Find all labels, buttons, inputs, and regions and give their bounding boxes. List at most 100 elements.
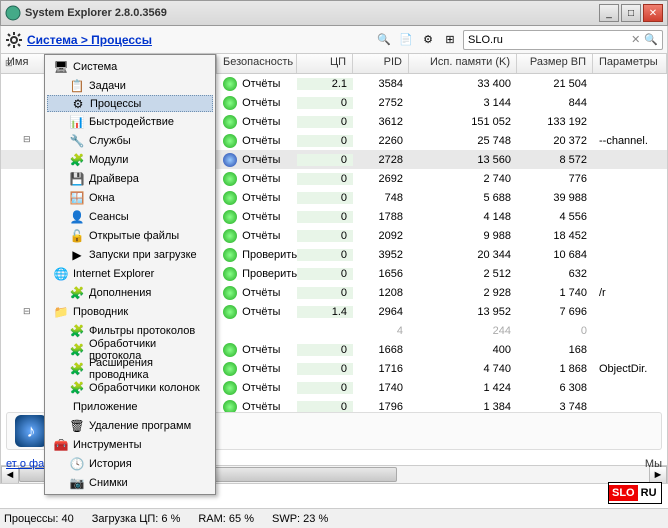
menu-icon: 🧰 bbox=[53, 437, 69, 453]
shield-icon bbox=[223, 267, 237, 281]
security-link[interactable]: Отчёты bbox=[242, 305, 280, 317]
vp-cell: 3 748 bbox=[517, 401, 593, 413]
col-mem[interactable]: Исп. памяти (K) bbox=[409, 54, 517, 73]
security-cell: Отчёты bbox=[217, 210, 297, 224]
vp-cell: 18 452 bbox=[517, 230, 593, 242]
cpu-cell: 0 bbox=[297, 287, 353, 299]
mem-cell: 1 384 bbox=[409, 401, 517, 413]
cpu-cell: 0 bbox=[297, 211, 353, 223]
menu-label: Открытые файлы bbox=[89, 230, 179, 242]
menu-item-службы[interactable]: 🔧Службы bbox=[47, 131, 213, 150]
menu-item-запуски-при-загрузке[interactable]: ▶Запуски при загрузке bbox=[47, 245, 213, 264]
tree-expand-icon[interactable]: ⊟ bbox=[23, 134, 31, 145]
vp-cell: 21 504 bbox=[517, 78, 593, 90]
shield-icon bbox=[223, 210, 237, 224]
security-link[interactable]: Отчёты bbox=[242, 400, 280, 412]
security-link[interactable]: Отчёты bbox=[242, 229, 280, 241]
shield-icon bbox=[223, 248, 237, 262]
cpu-cell: 1.4 bbox=[297, 306, 353, 318]
param-cell: --channel. bbox=[593, 135, 667, 147]
maximize-button[interactable]: □ bbox=[621, 4, 641, 22]
security-link[interactable]: Отчёты bbox=[242, 77, 280, 89]
menu-item-расширения-проводника[interactable]: 🧩Расширения проводника bbox=[47, 359, 213, 378]
menu-item-internet-explorer[interactable]: 🌐Internet Explorer bbox=[47, 264, 213, 283]
menu-item-система[interactable]: 🖥Система bbox=[47, 57, 213, 76]
menu-item-снимки[interactable]: 📷Снимки bbox=[47, 473, 213, 492]
security-link[interactable]: Отчёты bbox=[242, 381, 280, 393]
status-ram: RAM: 65 % bbox=[198, 513, 254, 525]
search-input[interactable] bbox=[468, 34, 631, 46]
security-link[interactable]: Отчёты bbox=[242, 96, 280, 108]
menu-label: Обработчики колонок bbox=[89, 382, 200, 394]
menu-icon: 🔓 bbox=[69, 228, 85, 244]
windows-icon[interactable]: ⊞ bbox=[441, 31, 459, 49]
security-cell: Отчёты bbox=[217, 96, 297, 110]
vp-cell: 844 bbox=[517, 97, 593, 109]
col-pid[interactable]: PID bbox=[353, 54, 409, 73]
find-icon[interactable]: 🔍 bbox=[375, 31, 393, 49]
menu-item-открытые-файлы[interactable]: 🔓 Открытые файлы bbox=[47, 226, 213, 245]
security-link[interactable]: Отчёты bbox=[242, 286, 280, 298]
pid-cell: 4 bbox=[353, 325, 409, 337]
shield-icon bbox=[223, 229, 237, 243]
menu-item-модули[interactable]: 🧩Модули bbox=[47, 150, 213, 169]
cpu-cell: 0 bbox=[297, 344, 353, 356]
param-cell: ObjectDir. bbox=[593, 363, 667, 375]
menu-icon: 🖥 bbox=[53, 59, 69, 75]
security-link[interactable]: Отчёты bbox=[242, 343, 280, 355]
security-cell: Отчёты bbox=[217, 362, 297, 376]
pid-cell: 1668 bbox=[353, 344, 409, 356]
menu-item-инструменты[interactable]: 🧰Инструменты bbox=[47, 435, 213, 454]
mem-cell: 33 400 bbox=[409, 78, 517, 90]
clear-search-icon[interactable]: ✕ bbox=[631, 33, 640, 46]
options-icon[interactable]: ⚙ bbox=[419, 31, 437, 49]
pid-cell: 2964 bbox=[353, 306, 409, 318]
security-link[interactable]: Отчёты bbox=[242, 134, 280, 146]
menu-item-обработчики-колонок[interactable]: 🧩Обработчики колонок bbox=[47, 378, 213, 397]
security-link[interactable]: Проверить bbox=[242, 248, 297, 260]
security-link[interactable]: Отчёты bbox=[242, 153, 280, 165]
menu-item-быстродействие[interactable]: 📊Быстродействие bbox=[47, 112, 213, 131]
vp-cell: 168 bbox=[517, 344, 593, 356]
tree-expand-icon[interactable]: ⊟ bbox=[23, 306, 31, 317]
menu-item-драйвера[interactable]: 💾Драйвера bbox=[47, 169, 213, 188]
menu-item-история[interactable]: 🕓История bbox=[47, 454, 213, 473]
minimize-button[interactable]: _ bbox=[599, 4, 619, 22]
vp-cell: 632 bbox=[517, 268, 593, 280]
menu-item-удаление-программ[interactable]: 🗑Удаление программ bbox=[47, 416, 213, 435]
security-link[interactable]: Отчёты bbox=[242, 191, 280, 203]
menu-item-задачи[interactable]: 📋Задачи bbox=[47, 76, 213, 95]
col-cpu[interactable]: ЦП bbox=[297, 54, 353, 73]
menu-item-окна[interactable]: 🪟Окна bbox=[47, 188, 213, 207]
cpu-cell: 0 bbox=[297, 154, 353, 166]
col-security[interactable]: Безопасность bbox=[217, 54, 297, 73]
security-link[interactable]: Отчёты bbox=[242, 210, 280, 222]
col-vp[interactable]: Размер ВП bbox=[517, 54, 593, 73]
menu-icon: 🧩 bbox=[69, 285, 85, 301]
col-params[interactable]: Параметры bbox=[593, 54, 667, 73]
close-button[interactable]: ✕ bbox=[643, 4, 663, 22]
list-icon[interactable]: 📄 bbox=[397, 31, 415, 49]
mem-cell: 2 740 bbox=[409, 173, 517, 185]
security-link[interactable]: Отчёты bbox=[242, 172, 280, 184]
search-go-icon[interactable]: 🔍 bbox=[644, 33, 658, 46]
security-link[interactable]: Проверить bbox=[242, 267, 297, 279]
mem-cell: 9 988 bbox=[409, 230, 517, 242]
security-link[interactable]: Отчёты bbox=[242, 115, 280, 127]
footer-right-text: Мы bbox=[645, 458, 662, 470]
search-box[interactable]: ✕ 🔍 bbox=[463, 30, 663, 50]
menu-item-процессы[interactable]: ⚙Процессы bbox=[47, 95, 213, 112]
security-cell: Отчёты bbox=[217, 305, 297, 319]
menu-label: Процессы bbox=[90, 98, 141, 110]
vp-cell: 6 308 bbox=[517, 382, 593, 394]
menu-item-проводник[interactable]: 📁Проводник bbox=[47, 302, 213, 321]
menu-item-сеансы[interactable]: 👤Сеансы bbox=[47, 207, 213, 226]
menu-label: История bbox=[89, 458, 132, 470]
breadcrumb[interactable]: Система > Процессы bbox=[27, 33, 371, 47]
menu-item-дополнения[interactable]: 🧩Дополнения bbox=[47, 283, 213, 302]
security-link[interactable]: Отчёты bbox=[242, 362, 280, 374]
pid-cell: 1788 bbox=[353, 211, 409, 223]
settings-icon[interactable] bbox=[5, 31, 23, 49]
vp-cell: 0 bbox=[517, 325, 593, 337]
menu-item-приложение[interactable]: Приложение bbox=[47, 397, 213, 416]
